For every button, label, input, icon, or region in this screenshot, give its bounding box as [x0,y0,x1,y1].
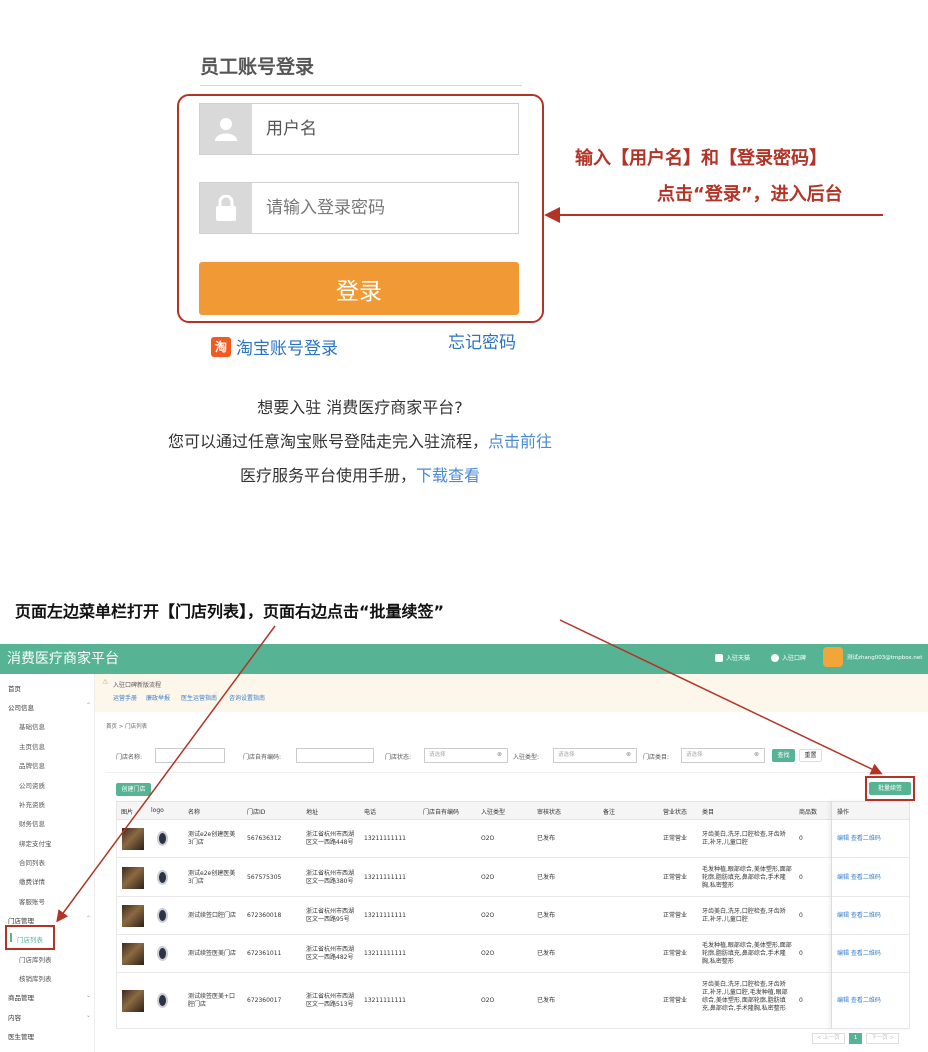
batch-arrow [559,619,883,775]
annotation-arrows [56,207,883,923]
sidebar-arrow [56,625,276,923]
